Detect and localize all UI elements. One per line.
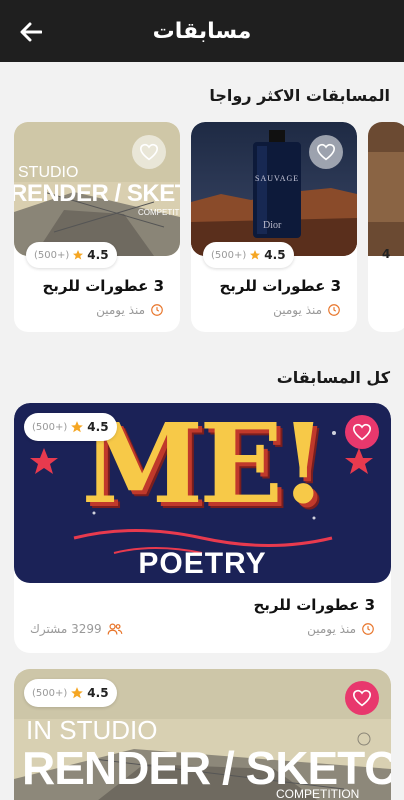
card-title: 3 عطورات للربح	[253, 596, 375, 614]
contest-image	[368, 122, 404, 256]
star-icon	[71, 421, 84, 433]
page-title: مسابقات	[152, 18, 252, 44]
time-label: منذ يومين	[273, 303, 322, 317]
rating-count: (500+)	[34, 249, 70, 261]
time-label: منذ يومين	[307, 622, 356, 636]
rating-value: 4.5	[87, 248, 109, 262]
popular-card-partial[interactable]: 4	[368, 122, 404, 332]
favorite-button[interactable]	[132, 135, 166, 169]
participants-label: 3299 مشترك	[30, 622, 102, 636]
star-icon	[250, 250, 261, 260]
image-caption: COMPETITION	[138, 208, 180, 217]
back-button[interactable]	[16, 17, 46, 47]
image-caption: Dior	[263, 220, 282, 231]
heart-icon	[352, 689, 372, 707]
favorite-button[interactable]	[345, 415, 379, 449]
clock-icon	[362, 623, 374, 635]
popular-card[interactable]: STUDIO RENDER / SKETCH COMPETITION (500+…	[14, 122, 180, 332]
popular-card[interactable]: SAUVAGE Dior (500+) 4.5 3 عطورات للربح م…	[191, 122, 357, 332]
time-label: منذ يومين	[96, 303, 145, 317]
rating-value: 4.5	[87, 420, 109, 434]
contest-card[interactable]: IN STUDIO RENDER / SKETCH COMPETITION (5…	[14, 669, 391, 800]
favorite-button[interactable]	[309, 135, 343, 169]
star-icon	[71, 687, 84, 699]
rating-count: (500+)	[32, 421, 68, 433]
rating-badge: (500+) 4.5	[203, 242, 294, 268]
card-title: 3 عطورات للربح	[42, 277, 164, 295]
rating-value: 4.5	[87, 686, 109, 700]
star-icon	[73, 250, 84, 260]
heart-icon	[352, 423, 372, 441]
contest-card[interactable]: ME! POETRY (500+) 4.5 3 عطورات للربح منذ…	[14, 403, 391, 653]
clock-icon	[328, 304, 340, 316]
image-caption: RENDER / SKETCH	[14, 180, 180, 207]
favorite-button[interactable]	[345, 681, 379, 715]
users-icon	[107, 623, 123, 635]
heart-icon	[316, 143, 336, 161]
image-caption: POETRY	[138, 547, 267, 580]
section-title-all: كل المسابقات	[276, 368, 390, 387]
rating-badge: (500+) 4.5	[24, 679, 117, 707]
app-bar: مسابقات	[0, 0, 404, 62]
card-participants: 3299 مشترك	[30, 622, 123, 636]
card-time: منذ يومين	[273, 303, 341, 317]
arrow-left-icon	[20, 22, 42, 42]
image-caption: SAUVAGE	[255, 174, 300, 183]
rating-badge: (500+) 4.5	[24, 413, 117, 441]
rating-value: 4	[382, 247, 391, 261]
heart-icon	[139, 143, 159, 161]
section-title-popular: المسابقات الاكثر رواجا	[209, 86, 390, 105]
card-time: منذ يومين	[307, 622, 375, 636]
card-time: منذ يومين	[96, 303, 164, 317]
rating-count: (500+)	[32, 687, 68, 699]
rating-count: (500+)	[211, 249, 247, 261]
clock-icon	[151, 304, 163, 316]
rating-badge: (500+) 4.5	[26, 242, 117, 268]
image-caption: COMPETITION	[276, 787, 360, 800]
rating-value: 4.5	[264, 248, 286, 262]
card-title: 3 عطورات للربح	[219, 277, 341, 295]
